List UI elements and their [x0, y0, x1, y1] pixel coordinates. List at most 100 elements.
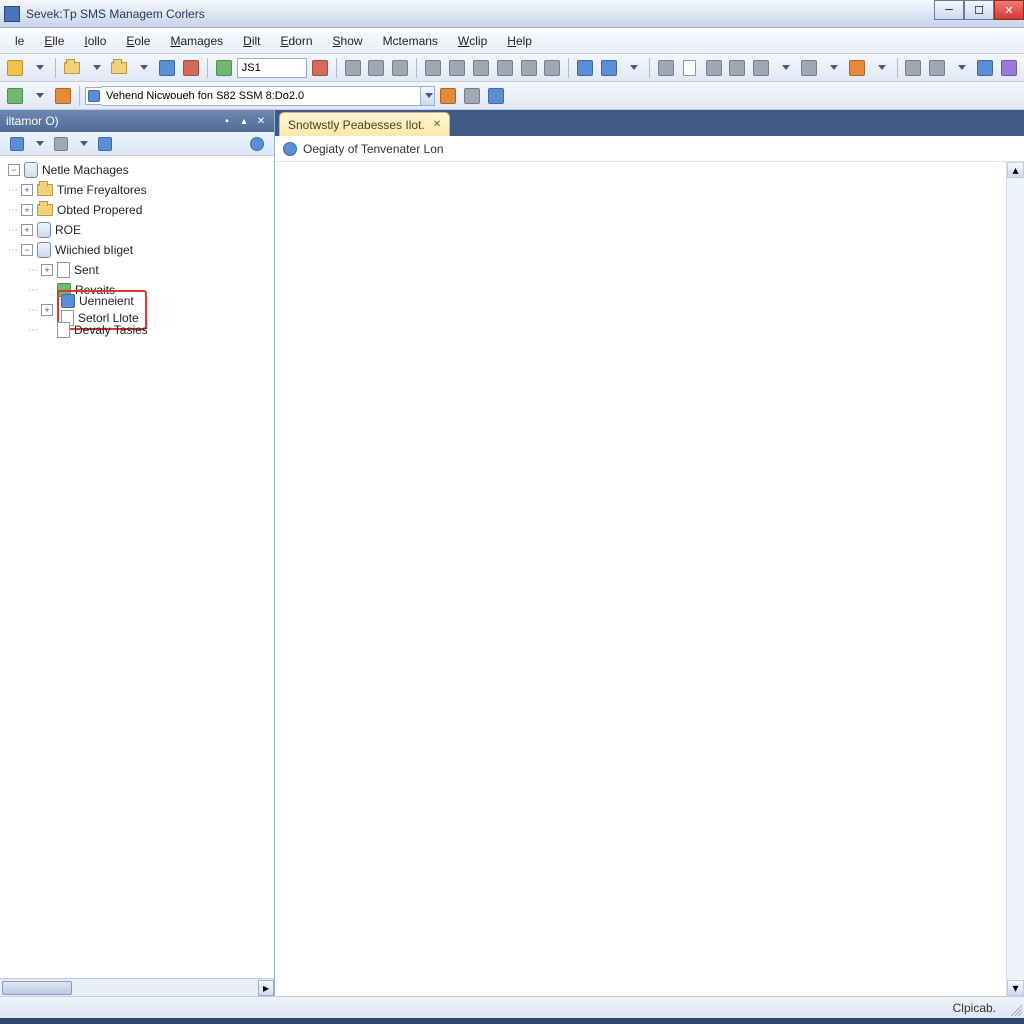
chart-icon[interactable] — [389, 57, 411, 79]
tree-item-roe[interactable]: ⋯ + ROE — [0, 220, 274, 240]
menu-dilt[interactable]: Dilt — [234, 30, 269, 52]
tab-label: Snotwstly Peabesses Ilot. — [288, 118, 425, 132]
toolbar-dropdown-3[interactable] — [132, 57, 154, 79]
tool-icon-2[interactable] — [926, 57, 948, 79]
maximize-button[interactable]: ☐ — [964, 0, 994, 20]
menu-iollo[interactable]: Iollo — [75, 30, 115, 52]
toolbar-dropdown-2[interactable] — [85, 57, 107, 79]
scroll-down-icon[interactable]: ▾ — [1007, 980, 1024, 996]
users-icon[interactable] — [974, 57, 996, 79]
expand-icon[interactable]: + — [41, 264, 53, 276]
export-icon[interactable] — [703, 57, 725, 79]
form-icon[interactable] — [750, 57, 772, 79]
scroll-up-icon[interactable]: ▴ — [1007, 162, 1024, 178]
toolbar-dropdown-1[interactable] — [28, 57, 50, 79]
tree-item-uenneient[interactable]: Uenneient — [61, 294, 134, 308]
tree-item-obted-propered[interactable]: ⋯ + Obted Propered — [0, 200, 274, 220]
tab-close-icon[interactable]: ✕ — [433, 119, 441, 130]
address-input[interactable] — [102, 86, 421, 106]
list-icon[interactable] — [726, 57, 748, 79]
search-input[interactable] — [237, 58, 307, 78]
edit-icon[interactable] — [655, 57, 677, 79]
folder-icon — [37, 184, 53, 196]
toolbar-dropdown-4[interactable] — [622, 57, 644, 79]
addr-tool-1[interactable] — [437, 85, 459, 107]
info-icon[interactable] — [598, 57, 620, 79]
globe-icon[interactable] — [180, 57, 202, 79]
sidebar-filter-icon[interactable] — [50, 133, 72, 155]
sidebar-horizontal-scrollbar[interactable]: ▸ — [0, 978, 274, 996]
scrollbar-thumb[interactable] — [2, 981, 72, 995]
print-icon[interactable] — [422, 57, 444, 79]
sidebar-menu-icon[interactable]: ▪ — [220, 114, 234, 128]
scroll-right-icon[interactable]: ▸ — [258, 980, 274, 996]
tree-item-wiichied-bliget[interactable]: ⋯ − Wiichied bIiget — [0, 240, 274, 260]
new-icon[interactable] — [4, 57, 26, 79]
back-icon[interactable] — [4, 85, 26, 107]
collapse-icon[interactable]: − — [8, 164, 20, 176]
sidebar-refresh-icon[interactable] — [6, 133, 28, 155]
tiles-icon[interactable] — [541, 57, 563, 79]
toolbar-dropdown-5[interactable] — [774, 57, 796, 79]
open-folder-icon[interactable] — [61, 57, 83, 79]
tab-snotwstly-peabesses[interactable]: Snotwstly Peabesses Ilot. ✕ — [279, 112, 450, 136]
gear-icon[interactable] — [846, 57, 868, 79]
menu-elle[interactable]: Elle — [35, 30, 73, 52]
world-icon[interactable] — [574, 57, 596, 79]
separator — [568, 58, 569, 78]
page-icon[interactable] — [679, 57, 701, 79]
collapse-icon[interactable]: − — [21, 244, 33, 256]
close-button[interactable]: ✕ — [994, 0, 1024, 20]
toolbar-dropdown-6[interactable] — [822, 57, 844, 79]
chevron-down-icon[interactable] — [80, 141, 88, 146]
tree-view[interactable]: − Netle Machages ⋯ + Time Freyaltores ⋯ … — [0, 156, 274, 978]
menu-show[interactable]: Show — [324, 30, 372, 52]
database-icon — [37, 222, 51, 238]
sidebar-close-icon[interactable]: ✕ — [254, 114, 268, 128]
resize-grip-icon[interactable] — [1008, 1002, 1022, 1016]
sidebar-help-icon[interactable] — [246, 133, 268, 155]
table-icon[interactable] — [365, 57, 387, 79]
tree-item-netle-machages[interactable]: − Netle Machages — [0, 160, 274, 180]
minimize-button[interactable]: ─ — [934, 0, 964, 20]
comment-icon[interactable] — [213, 57, 235, 79]
menu-eole[interactable]: Eole — [117, 30, 159, 52]
home-icon[interactable] — [52, 85, 74, 107]
address-dropdown[interactable] — [421, 86, 435, 106]
address-icon — [85, 87, 103, 105]
addr-tool-2[interactable] — [461, 85, 483, 107]
addr-tool-3[interactable] — [485, 85, 507, 107]
toolbar-dropdown-7[interactable] — [870, 57, 892, 79]
tool-icon-1[interactable] — [903, 57, 925, 79]
vertical-scrollbar[interactable]: ▴ ▾ — [1006, 162, 1024, 996]
expand-icon[interactable]: + — [21, 184, 33, 196]
tree-item-sent[interactable]: ⋯ + Sent — [0, 260, 274, 280]
folder-icon[interactable] — [108, 57, 130, 79]
expand-icon[interactable]: + — [21, 224, 33, 236]
layout-icon[interactable] — [518, 57, 540, 79]
sidebar-panel: iltamor O) ▪ ▴ ✕ − Netle Machages ⋯ — [0, 110, 275, 996]
sidebar-screen-icon[interactable] — [94, 133, 116, 155]
help-icon[interactable] — [998, 57, 1020, 79]
menu-mamages[interactable]: Mamages — [161, 30, 232, 52]
sidebar-pin-icon[interactable]: ▴ — [237, 114, 251, 128]
tree-item-time-freyaltores[interactable]: ⋯ + Time Freyaltores — [0, 180, 274, 200]
back-dropdown[interactable] — [28, 85, 50, 107]
chevron-down-icon[interactable] — [36, 141, 44, 146]
box-icon[interactable] — [470, 57, 492, 79]
toolbar-dropdown-8[interactable] — [950, 57, 972, 79]
align-icon[interactable] — [446, 57, 468, 79]
clear-search-icon[interactable] — [309, 57, 331, 79]
mail-icon[interactable] — [798, 57, 820, 79]
refresh-icon[interactable] — [156, 57, 178, 79]
menu-mctemans[interactable]: Mctemans — [374, 30, 447, 52]
menu-wclip[interactable]: Wclip — [449, 30, 496, 52]
window-icon[interactable] — [494, 57, 516, 79]
menu-edorn[interactable]: Edorn — [271, 30, 321, 52]
grid-icon[interactable] — [342, 57, 364, 79]
expand-icon[interactable]: + — [21, 204, 33, 216]
menu-le[interactable]: le — [6, 30, 33, 52]
menu-help[interactable]: Help — [498, 30, 541, 52]
expand-icon[interactable]: + — [41, 304, 53, 316]
tree-item-devaly-tasies[interactable]: ⋯ Devaly Tasies — [0, 320, 274, 340]
